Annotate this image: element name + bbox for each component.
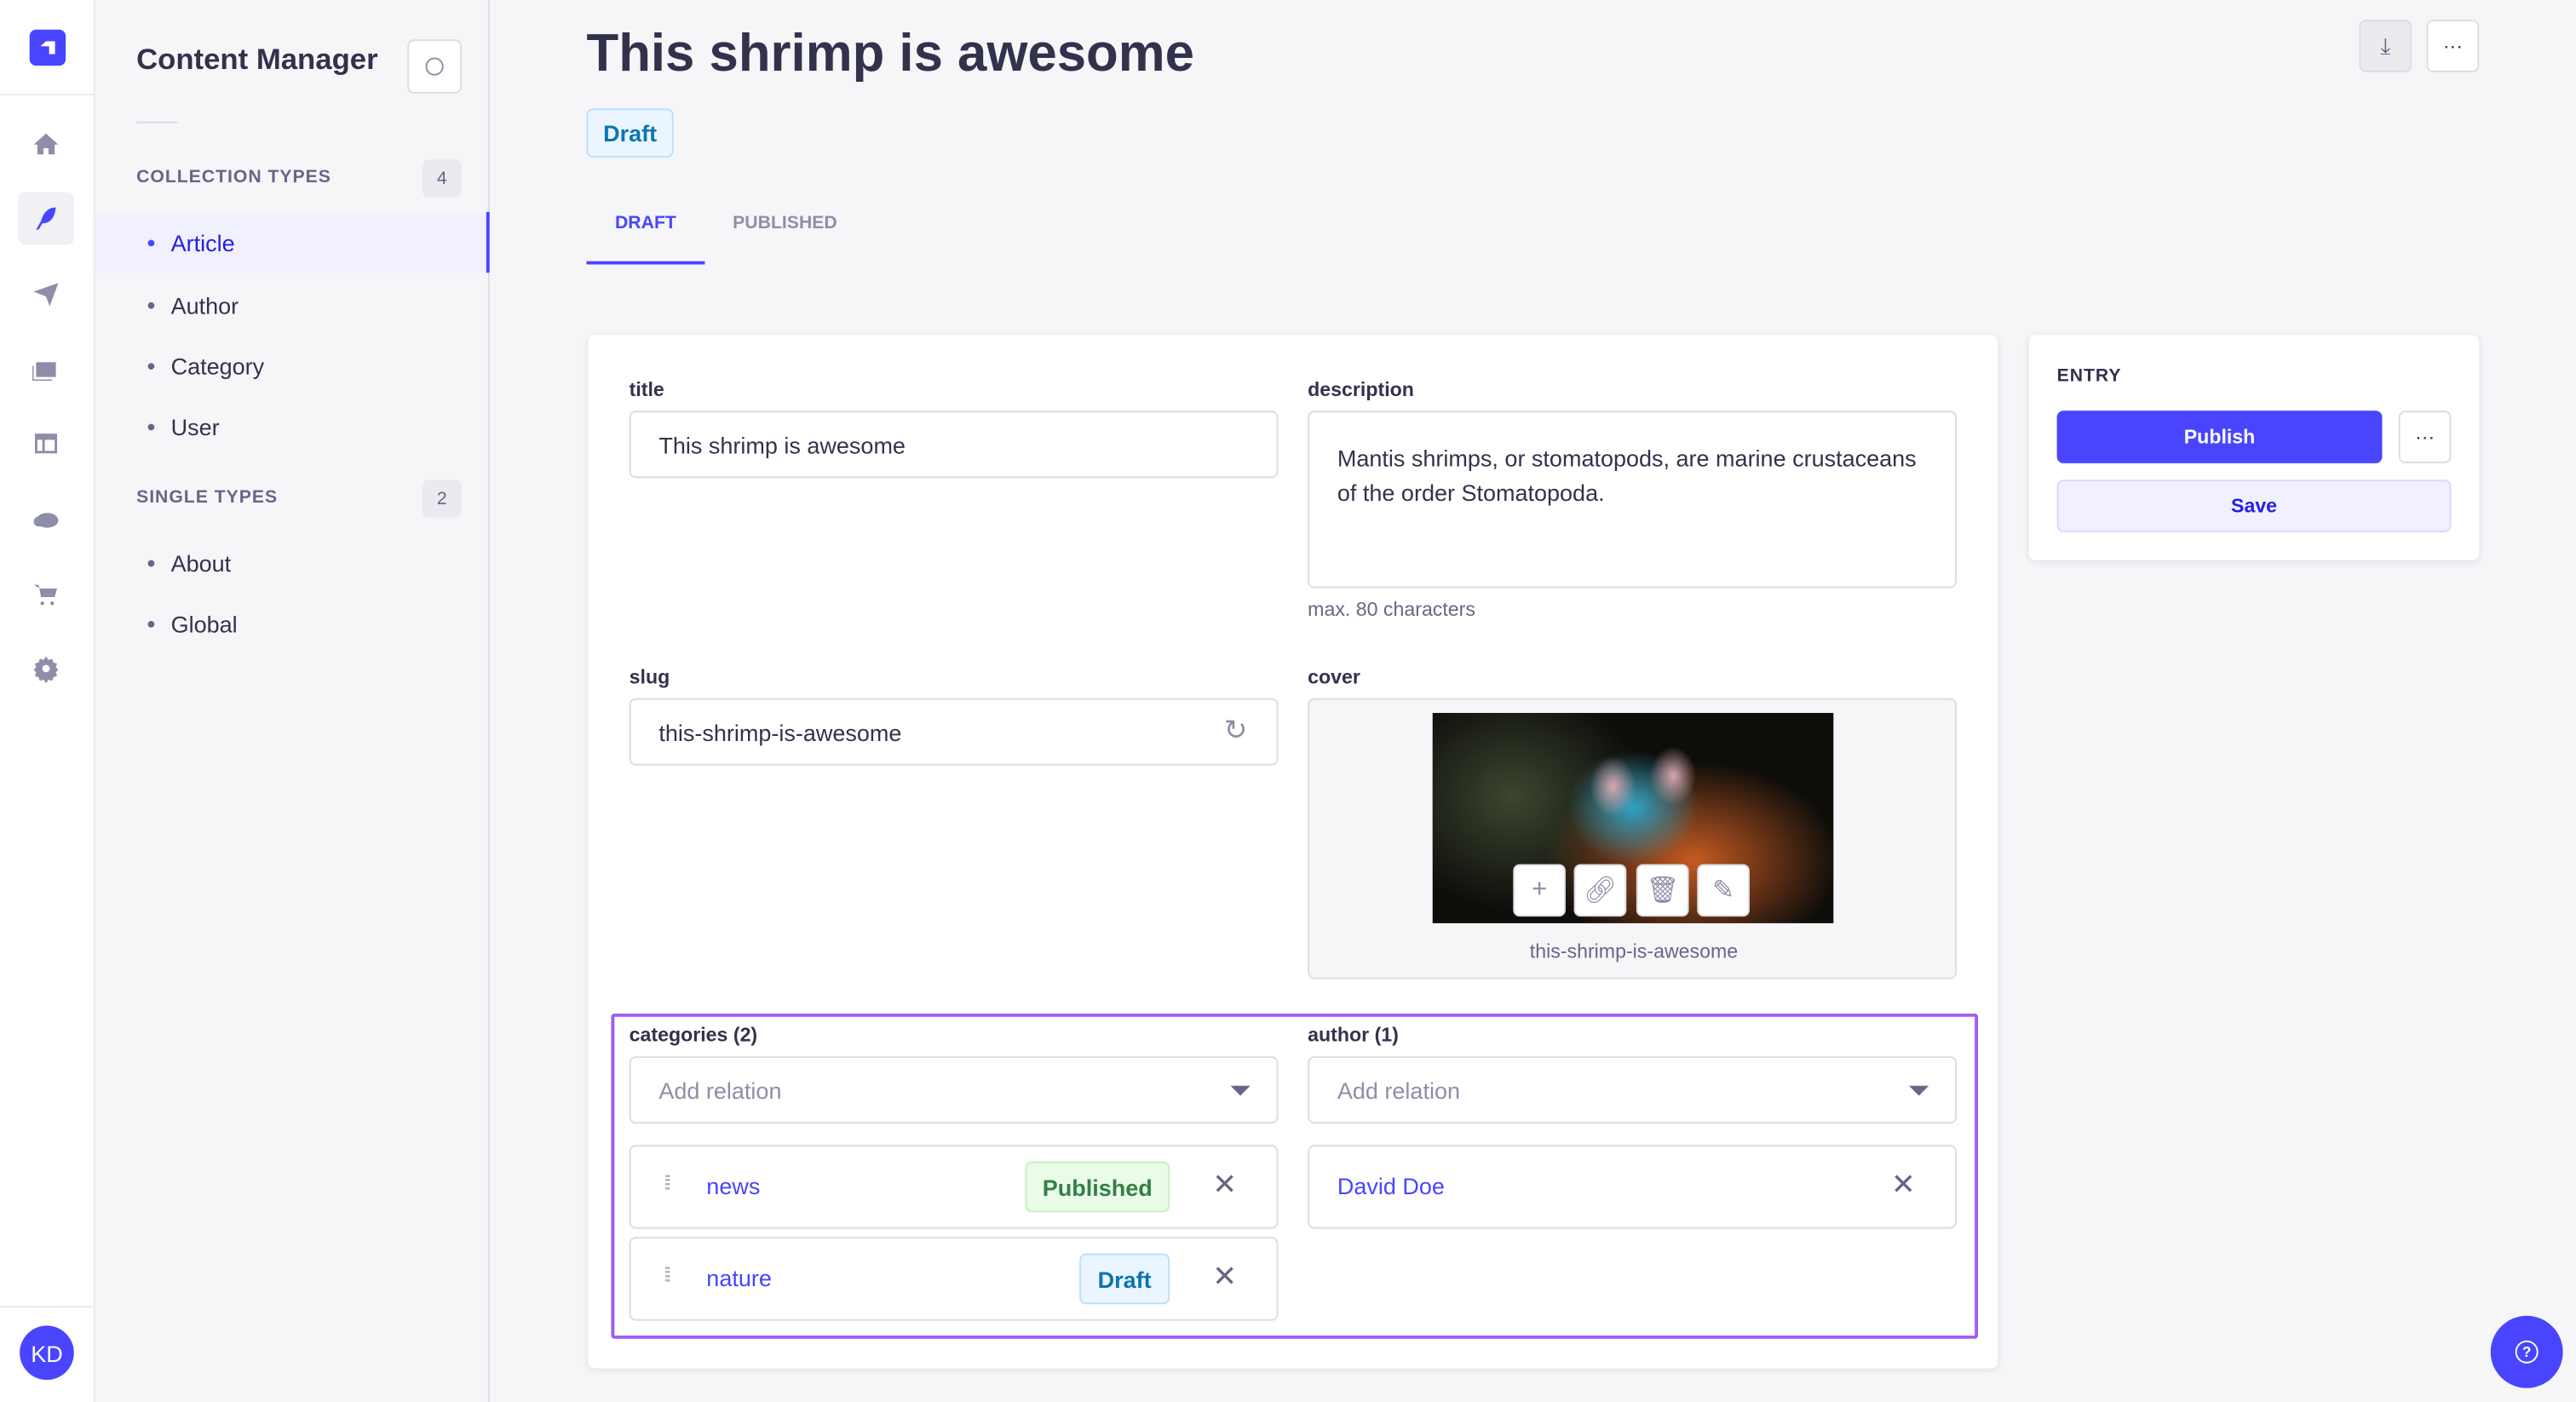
categories-label: categories (2) (629, 1023, 758, 1047)
sidebar-item-category[interactable]: Category (95, 335, 490, 395)
download-icon: ⤓ (2380, 32, 2391, 59)
collection-types-heading: COLLECTION TYPES (136, 167, 331, 187)
save-button[interactable]: Save (2056, 480, 2452, 532)
send-icon[interactable] (18, 267, 74, 320)
add-media-button[interactable]: + (1513, 864, 1566, 917)
sidebar-item-label: Global (170, 610, 238, 637)
edit-media-button[interactable]: ✎ (1697, 864, 1750, 917)
collection-types-count: 4 (422, 159, 462, 198)
main-nav: KD (0, 0, 95, 1402)
slug-input[interactable]: this-shrimp-is-awesome (629, 698, 1279, 766)
bullet-icon (147, 301, 155, 308)
sidebar-item-author[interactable]: Author (95, 274, 490, 335)
remove-relation-icon[interactable]: ✕ (1212, 1168, 1237, 1203)
caret-down-icon (1909, 1085, 1929, 1096)
content-manager-sidebar: Content Manager COLLECTION TYPES 4 Artic… (95, 0, 490, 1402)
bullet-icon (147, 238, 155, 246)
caret-down-icon (1230, 1085, 1251, 1096)
entry-more-button[interactable]: ··· (2398, 411, 2452, 463)
search-button[interactable] (407, 39, 462, 94)
content-manager-icon[interactable] (18, 192, 74, 245)
cover-caption: this-shrimp-is-awesome (1529, 939, 1739, 963)
cover-media-field: + 🔗︎ 🗑︎ ✎ this-shrimp-is-awesome (1308, 698, 1957, 980)
drag-handle-icon[interactable]: ⁞⁞ (664, 1263, 671, 1286)
bullet-icon (147, 559, 155, 566)
settings-icon[interactable] (18, 642, 74, 695)
relation-item: David Doe ✕ (1308, 1145, 1957, 1229)
sidebar-item-label: User (170, 413, 220, 440)
delete-media-button[interactable]: 🗑︎ (1636, 864, 1689, 917)
categories-relation-select[interactable]: Add relation (629, 1056, 1279, 1124)
select-placeholder: Add relation (658, 1077, 782, 1104)
relation-status-badge: Published (1025, 1161, 1170, 1213)
cart-icon[interactable] (18, 568, 74, 621)
help-button[interactable]: ? (2490, 1315, 2563, 1388)
layout-icon[interactable] (18, 417, 74, 470)
trash-icon: 🗑︎ (1646, 876, 1680, 905)
cover-image[interactable]: + 🔗︎ 🗑︎ ✎ (1432, 713, 1834, 923)
question-icon: ? (2515, 1340, 2539, 1364)
divider (0, 1306, 94, 1308)
link-icon: 🔗︎ (1583, 876, 1618, 905)
download-button[interactable]: ⤓ (2359, 20, 2412, 72)
page-title: This shrimp is awesome (586, 23, 1194, 83)
publish-button[interactable]: Publish (2056, 411, 2383, 463)
home-icon[interactable] (18, 118, 74, 171)
slug-label: slug (629, 665, 670, 689)
bullet-icon (147, 362, 155, 369)
sidebar-item-label: Article (170, 229, 235, 256)
single-types-count: 2 (422, 480, 462, 518)
sidebar-item-label: About (170, 549, 232, 576)
divider (0, 93, 94, 95)
avatar[interactable]: KD (20, 1325, 74, 1381)
relation-link[interactable]: nature (706, 1265, 772, 1291)
remove-relation-icon[interactable]: ✕ (1212, 1260, 1237, 1295)
cover-label: cover (1308, 665, 1360, 689)
regenerate-icon[interactable]: ↻ (1224, 715, 1247, 748)
sidebar-item-label: Author (170, 291, 239, 319)
sidebar-item-label: Category (170, 352, 265, 379)
cloud-icon[interactable] (18, 493, 74, 546)
plus-icon: + (1532, 875, 1548, 904)
sidebar-item-article[interactable]: Article (95, 211, 490, 273)
status-badge: Draft (586, 108, 674, 158)
tab-draft[interactable]: DRAFT (586, 214, 705, 265)
pencil-icon: ✎ (1712, 876, 1735, 905)
relation-item: ⁞⁞ nature Draft ✕ (629, 1237, 1279, 1321)
copy-link-button[interactable]: 🔗︎ (1573, 864, 1627, 917)
sidebar-item-user[interactable]: User (95, 396, 490, 457)
divider (136, 121, 178, 124)
bullet-icon (147, 620, 155, 627)
remove-relation-icon[interactable]: ✕ (1891, 1168, 1916, 1203)
description-textarea[interactable]: Mantis shrimps, or stomatopods, are mari… (1308, 411, 1957, 589)
relation-status-badge: Draft (1079, 1253, 1170, 1305)
relation-link[interactable]: David Doe (1337, 1173, 1445, 1199)
description-hint: max. 80 characters (1308, 598, 1475, 622)
select-placeholder: Add relation (1337, 1077, 1460, 1104)
search-icon (425, 57, 444, 76)
relation-link[interactable]: news (706, 1173, 760, 1199)
sidebar-title: Content Manager (136, 43, 378, 76)
single-types-heading: SINGLE TYPES (136, 487, 279, 508)
entry-heading: ENTRY (2056, 366, 2122, 387)
author-label: author (1) (1308, 1023, 1399, 1047)
relation-item: ⁞⁞ news Published ✕ (629, 1145, 1279, 1229)
title-label: title (629, 377, 664, 401)
sidebar-item-global[interactable]: Global (95, 593, 490, 653)
description-label: description (1308, 377, 1414, 401)
sidebar-item-about[interactable]: About (95, 532, 490, 593)
strapi-logo[interactable] (29, 29, 66, 66)
media-library-icon[interactable] (18, 343, 74, 396)
drag-handle-icon[interactable]: ⁞⁞ (664, 1171, 671, 1194)
slug-value: this-shrimp-is-awesome (658, 718, 902, 745)
author-relation-select[interactable]: Add relation (1308, 1056, 1957, 1124)
more-actions-button[interactable]: ··· (2426, 20, 2480, 72)
tab-published[interactable]: PUBLISHED (733, 214, 837, 233)
title-input[interactable]: This shrimp is awesome (629, 411, 1279, 479)
bullet-icon (147, 422, 155, 430)
